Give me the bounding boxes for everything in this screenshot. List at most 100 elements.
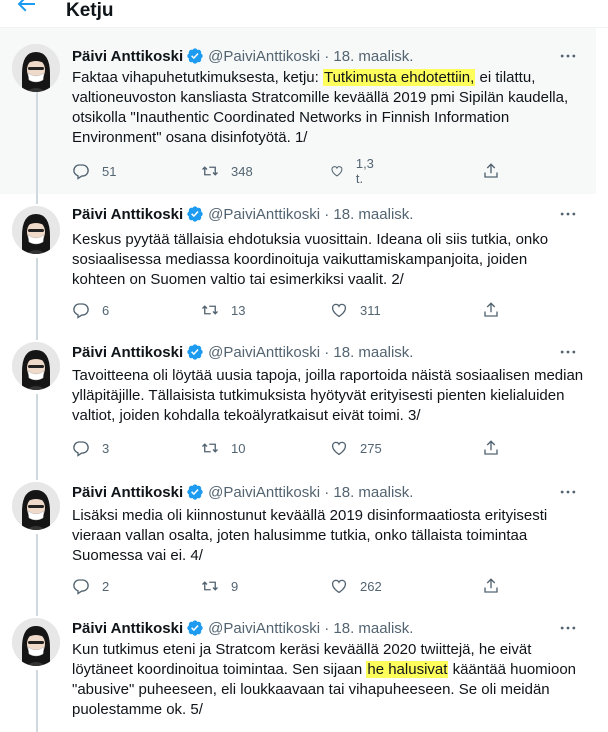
author-name[interactable]: Päivi Anttikoski (72, 206, 183, 223)
like-button[interactable]: 275 (330, 438, 382, 458)
tweet-text: Tavoitteena oli löytää uusia tapoja, joi… (72, 367, 584, 424)
like-button[interactable]: 262 (330, 576, 382, 596)
author-name[interactable]: Päivi Anttikoski (72, 48, 183, 65)
like-button[interactable]: 1,3 t. (330, 156, 378, 186)
retweet-button[interactable]: 348 (201, 161, 253, 181)
verified-badge-icon (186, 343, 204, 361)
thread-line (36, 606, 38, 616)
author-handle-date[interactable]: @PaiviAnttikoski · 18. maalisk. (208, 484, 413, 501)
retweet-count: 9 (231, 578, 239, 594)
thread-line (36, 394, 38, 470)
author-name[interactable]: Päivi Anttikoski (72, 344, 183, 361)
retweet-count: 348 (231, 163, 253, 179)
tweet-1[interactable]: Päivi Anttikoski @PaiviAnttikoski · 18. … (0, 28, 596, 194)
page-header: Ketju (0, 0, 608, 28)
verified-badge-icon (186, 47, 204, 65)
reply-icon (73, 303, 89, 319)
thread-line (36, 194, 38, 204)
avatar[interactable] (12, 342, 60, 390)
reply-button[interactable]: 6 (72, 300, 109, 320)
reply-button[interactable]: 2 (72, 576, 109, 596)
share-icon (484, 302, 498, 317)
retweet-count: 13 (231, 302, 246, 318)
retweet-button[interactable]: 9 (201, 576, 238, 596)
verified-badge-icon (186, 619, 204, 637)
share-button[interactable] (482, 438, 500, 458)
avatar-image (12, 482, 60, 530)
highlighted-text: Tutkimusta ehdotettiin, (322, 69, 476, 86)
author-handle-date[interactable]: @PaiviAnttikoski · 18. maalisk. (208, 620, 413, 637)
more-icon[interactable] (558, 482, 578, 502)
share-icon (484, 163, 498, 178)
avatar-image (12, 206, 60, 254)
retweet-count: 10 (231, 440, 246, 456)
tweet-meta: Päivi Anttikoski @PaiviAnttikoski · 18. … (72, 46, 413, 66)
tweet-4[interactable]: Päivi Anttikoski @PaiviAnttikoski · 18. … (0, 470, 596, 606)
reply-count: 51 (102, 163, 117, 179)
thread-line (36, 92, 38, 194)
highlighted-text: he halusivat (366, 661, 449, 678)
tweet-text: Lisäksi media oli kiinnostunut keväällä … (72, 507, 548, 564)
reply-icon (73, 441, 89, 457)
reply-button[interactable]: 51 (72, 161, 116, 181)
author-handle-date[interactable]: @PaiviAnttikoski · 18. maalisk. (208, 344, 413, 361)
reply-button[interactable]: 3 (72, 438, 109, 458)
tweet-text-part: Faktaa vihapuhetutkimuksesta, ketju: (72, 69, 323, 86)
like-icon (331, 303, 347, 318)
reply-count: 3 (102, 440, 110, 456)
retweet-icon (202, 443, 218, 453)
share-icon (484, 440, 498, 455)
share-button[interactable] (482, 161, 500, 181)
tweet-meta: Päivi Anttikoski @PaiviAnttikoski · 18. … (72, 618, 413, 638)
like-icon (331, 579, 347, 594)
tweet-meta: Päivi Anttikoski @PaiviAnttikoski · 18. … (72, 482, 413, 502)
author-name[interactable]: Päivi Anttikoski (72, 620, 183, 637)
more-icon[interactable] (558, 342, 578, 362)
retweet-icon (202, 305, 218, 315)
tweet-meta: Päivi Anttikoski @PaiviAnttikoski · 18. … (72, 342, 413, 362)
thread-line (36, 470, 38, 480)
avatar[interactable] (12, 44, 60, 92)
author-handle-date[interactable]: @PaiviAnttikoski · 18. maalisk. (208, 206, 413, 223)
page-title: Ketju (66, 0, 114, 21)
tweet-3[interactable]: Päivi Anttikoski @PaiviAnttikoski · 18. … (0, 330, 596, 470)
like-icon (331, 441, 347, 456)
like-count: 262 (360, 578, 382, 594)
thread-line (36, 670, 38, 732)
thread-line (36, 258, 38, 330)
more-icon[interactable] (558, 46, 578, 66)
avatar[interactable] (12, 482, 60, 530)
retweet-button[interactable]: 10 (201, 438, 245, 458)
retweet-icon (202, 166, 218, 176)
share-icon (484, 578, 498, 593)
thread-line (36, 330, 38, 340)
avatar[interactable] (12, 618, 60, 666)
avatar-image (12, 342, 60, 390)
thread-line (36, 534, 38, 606)
tweet-text: Faktaa vihapuhetutkimuksesta, ketju: Tut… (72, 68, 584, 148)
more-icon[interactable] (558, 618, 578, 638)
tweet-text: Kun tutkimus eteni ja Stratcom keräsi ke… (72, 640, 584, 720)
share-button[interactable] (482, 576, 500, 596)
tweet-meta: Päivi Anttikoski @PaiviAnttikoski · 18. … (72, 204, 413, 224)
verified-badge-icon (186, 483, 204, 501)
back-arrow-icon[interactable] (14, 0, 38, 16)
author-name[interactable]: Päivi Anttikoski (72, 484, 183, 501)
like-button[interactable]: 311 (330, 300, 381, 320)
more-icon[interactable] (558, 204, 578, 224)
avatar[interactable] (12, 206, 60, 254)
avatar-image (12, 618, 60, 666)
like-count: 275 (360, 440, 382, 456)
tweet-5[interactable]: Päivi Anttikoski @PaiviAnttikoski · 18. … (0, 606, 596, 732)
retweet-icon (202, 581, 218, 591)
share-button[interactable] (482, 300, 500, 320)
tweet-text: Keskus pyytää tällaisia ehdotuksia vuosi… (72, 231, 549, 288)
like-count: 1,3 t. (355, 156, 374, 186)
avatar-image (12, 44, 60, 92)
tweet-2[interactable]: Päivi Anttikoski @PaiviAnttikoski · 18. … (0, 194, 596, 330)
reply-count: 2 (102, 578, 110, 594)
like-count: 311 (360, 302, 381, 318)
author-handle-date[interactable]: @PaiviAnttikoski · 18. maalisk. (208, 48, 413, 65)
reply-count: 6 (102, 302, 110, 318)
retweet-button[interactable]: 13 (201, 300, 245, 320)
